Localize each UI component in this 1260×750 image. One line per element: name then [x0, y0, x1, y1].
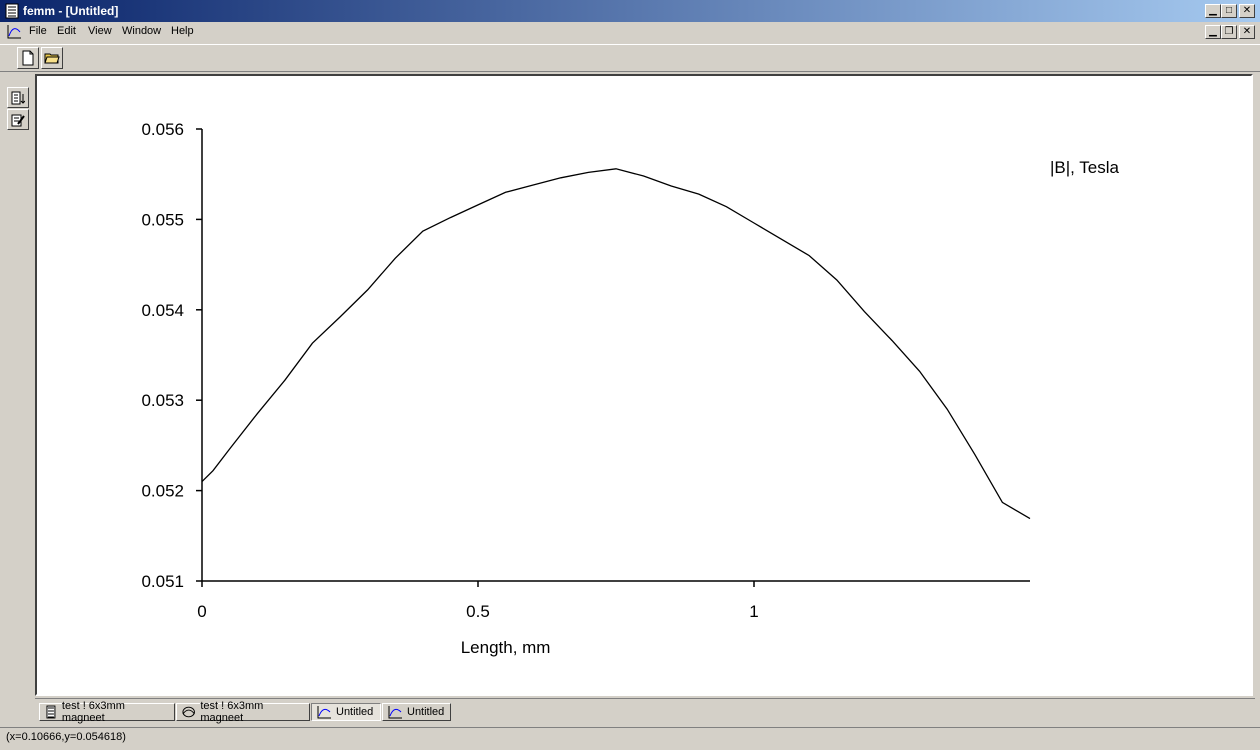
x-tick-label: 0.5	[466, 602, 490, 621]
tab-label: test ! 6x3mm magneet	[200, 700, 264, 724]
restore-icon: ❐	[1224, 26, 1234, 37]
close-icon: ✕	[1242, 5, 1252, 16]
legend-label: |B|, Tesla	[1050, 158, 1120, 177]
maximize-icon: □	[1225, 5, 1233, 16]
menu-view[interactable]: View	[88, 25, 112, 37]
open-file-button[interactable]	[41, 47, 63, 69]
series-line-b-tesla	[201, 168, 1031, 520]
x-axis-label: Length, mm	[461, 638, 551, 657]
line-chart: 0.051 0.052 0.053 0.054 0.055 0.056 0 0.5 1 Lengt…	[141, 120, 1120, 657]
edit-doc-icon	[11, 114, 25, 126]
y-tick-label: 0.052	[141, 482, 184, 501]
minimize-icon: ▁	[1209, 26, 1217, 37]
menu-edit[interactable]: Edit	[57, 25, 76, 37]
minimize-icon: ▁	[1209, 5, 1217, 16]
toolbar	[0, 44, 1260, 72]
menu-bar: File Edit View Window Help ▁ ❐ ✕	[0, 22, 1260, 42]
tab-untitled-plot-2[interactable]: Untitled	[382, 703, 451, 721]
tab-label: Untitled	[407, 706, 445, 718]
y-tick-label: 0.054	[141, 301, 184, 320]
field-plot-icon	[182, 706, 195, 718]
close-icon: ✕	[1242, 26, 1252, 37]
tab-untitled-plot-1[interactable]: Untitled	[311, 703, 381, 721]
xy-plot-icon	[388, 706, 402, 719]
menu-help[interactable]: Help	[171, 25, 194, 37]
edit-properties-button[interactable]	[7, 109, 29, 130]
window-title: femm - [Untitled]	[23, 4, 119, 18]
list-export-icon	[11, 91, 25, 104]
y-tick-label: 0.051	[141, 572, 184, 591]
child-minimize-button[interactable]: ▁	[1205, 25, 1221, 39]
cursor-coordinates: (x=0.10666,y=0.054618)	[6, 731, 126, 743]
tab-label: test ! 6x3mm magneet	[61, 700, 125, 724]
status-bar: (x=0.10666,y=0.054618)	[0, 727, 1260, 750]
minimize-button[interactable]: ▁	[1205, 4, 1221, 18]
magnet-doc-icon	[46, 705, 56, 719]
menu-file[interactable]: File	[29, 25, 47, 37]
x-tick-label: 1	[749, 602, 758, 621]
export-data-button[interactable]	[7, 87, 29, 108]
maximize-button[interactable]: □	[1221, 4, 1237, 18]
document-tab-bar: test ! 6x3mm magneet test ! 6x3mm magnee…	[35, 698, 1255, 725]
y-tick-label: 0.053	[141, 391, 184, 410]
tab-field-solution[interactable]: test ! 6x3mm magneet	[176, 700, 310, 724]
title-bar: femm - [Untitled] ▁ □ ✕	[0, 0, 1260, 22]
y-tick-label: 0.056	[141, 120, 184, 139]
plot-view[interactable]: 0.051 0.052 0.053 0.054 0.055 0.056 0 0.5 1 Lengt…	[35, 74, 1253, 696]
child-restore-button[interactable]: ❐	[1221, 25, 1237, 39]
child-close-button[interactable]: ✕	[1239, 25, 1255, 39]
new-file-icon	[22, 50, 34, 66]
tab-label: Untitled	[336, 706, 374, 718]
femm-app-icon[interactable]	[4, 3, 20, 19]
xy-plot-icon	[317, 706, 331, 719]
tab-magnet-model[interactable]: test ! 6x3mm magneet	[39, 700, 175, 724]
new-file-button[interactable]	[17, 47, 39, 69]
y-tick-label: 0.055	[141, 210, 184, 229]
xy-plot-icon[interactable]	[6, 24, 22, 40]
left-toolbar	[0, 74, 34, 724]
close-button[interactable]: ✕	[1239, 4, 1255, 18]
x-tick-label: 0	[197, 602, 206, 621]
menu-window[interactable]: Window	[122, 25, 161, 37]
open-folder-icon	[44, 53, 60, 64]
